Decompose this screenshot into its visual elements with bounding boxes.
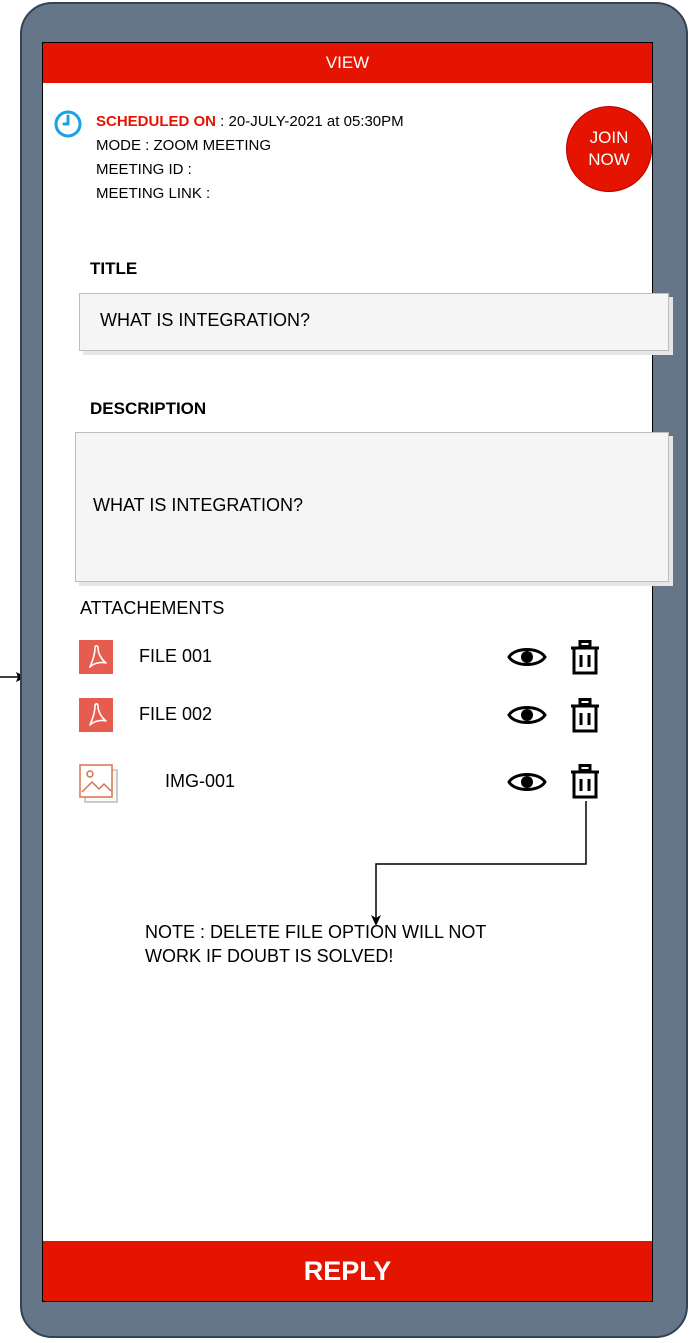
- attachment-name: IMG-001: [165, 771, 236, 791]
- description-field[interactable]: WHAT IS INTEGRATION?: [75, 432, 669, 582]
- note-line2: WORK IF DOUBT IS SOLVED!: [145, 946, 394, 966]
- scheduled-on-value: : 20-JULY-2021 at 05:30PM: [216, 113, 404, 130]
- attachment-name: FILE 001: [139, 646, 213, 666]
- header-bar: VIEW: [43, 43, 652, 83]
- screen: VIEW SCHEDULED ON : 20-JULY-2021 at 05:3…: [42, 42, 669, 1302]
- pdf-icon: [79, 698, 113, 732]
- note-line1: NOTE : DELETE FILE OPTION WILL NOT: [145, 922, 487, 942]
- schedule-line: SCHEDULED ON : 20-JULY-2021 at 05:30PM: [96, 113, 404, 131]
- reply-label: REPLY: [303, 1255, 392, 1286]
- trash-icon[interactable]: [569, 640, 601, 676]
- pdf-icon: [79, 640, 113, 674]
- image-icon: [79, 764, 118, 803]
- description-value: WHAT IS INTEGRATION?: [93, 495, 304, 515]
- eye-icon[interactable]: [507, 644, 547, 670]
- delete-note: NOTE : DELETE FILE OPTION WILL NOT WORK …: [145, 920, 615, 968]
- clock-icon: [54, 110, 82, 138]
- attachments-label: ATTACHEMENTS: [80, 598, 225, 618]
- title-label: TITLE: [90, 259, 138, 278]
- eye-icon[interactable]: [507, 702, 547, 728]
- meeting-link: MEETING LINK :: [96, 185, 211, 202]
- attachment-row: FILE 002: [79, 698, 619, 734]
- header-title: VIEW: [325, 53, 370, 72]
- title-field[interactable]: WHAT IS INTEGRATION?: [79, 293, 669, 351]
- trash-icon[interactable]: [569, 698, 601, 734]
- attachment-name: FILE 002: [139, 704, 213, 724]
- description-label: DESCRIPTION: [90, 399, 207, 418]
- meeting-mode: MODE : ZOOM MEETING: [96, 137, 271, 154]
- trash-icon[interactable]: [569, 764, 601, 800]
- attachment-row: FILE 001: [79, 640, 619, 676]
- reply-button[interactable]: REPLY: [43, 1241, 652, 1301]
- attachment-row: IMG-001: [79, 762, 619, 803]
- title-value: WHAT IS INTEGRATION?: [100, 310, 311, 330]
- join-now-line1: JOIN: [589, 128, 629, 147]
- join-now-button[interactable]: JOIN NOW: [566, 106, 652, 192]
- meeting-id: MEETING ID :: [96, 161, 192, 178]
- join-now-line2: NOW: [588, 150, 630, 169]
- eye-icon[interactable]: [507, 769, 547, 795]
- scheduled-on-label: SCHEDULED ON: [96, 113, 217, 130]
